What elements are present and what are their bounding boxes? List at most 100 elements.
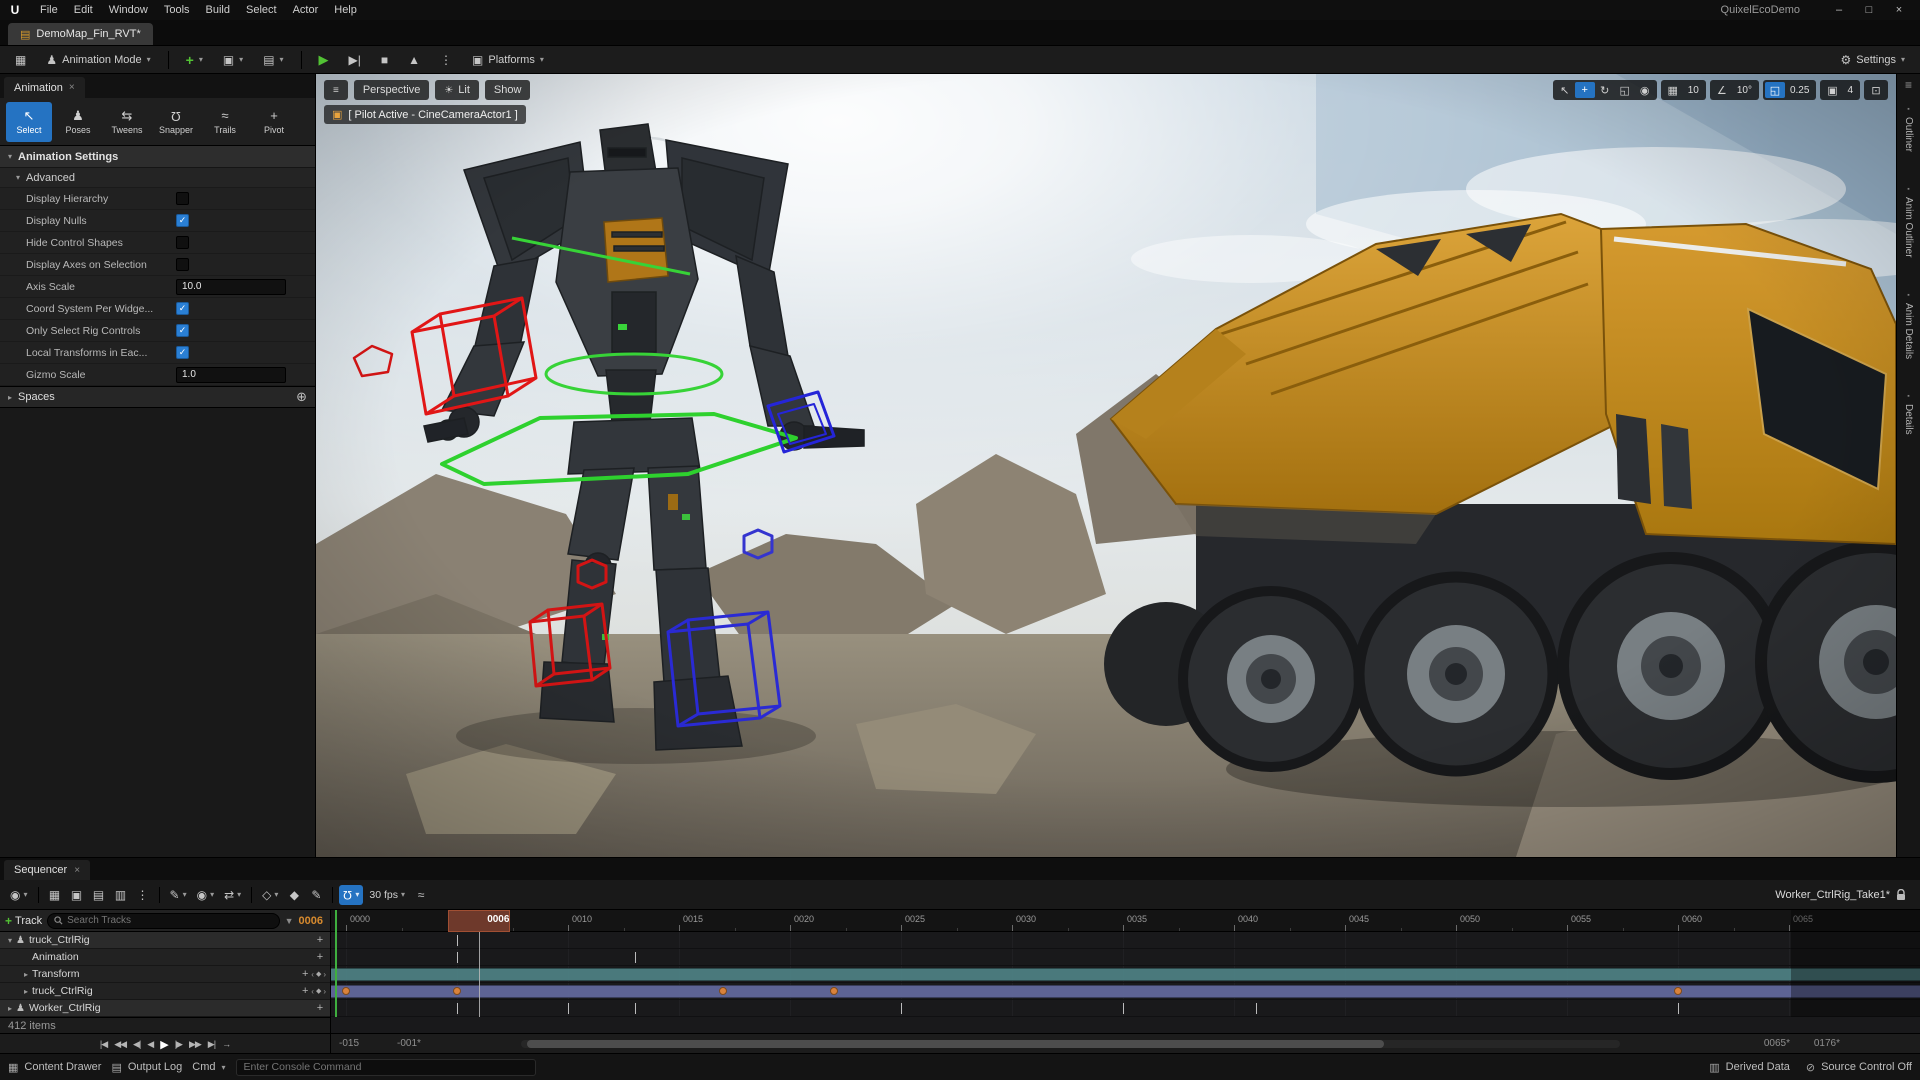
fps-dropdown[interactable]: 30 fps▾: [365, 885, 409, 905]
next-frame-button[interactable]: |▶: [175, 1039, 182, 1050]
track-row-truck-ctrlrig[interactable]: ▸truck_CtrlRig+‹◆›: [0, 983, 330, 1000]
mode-select-button[interactable]: ↖Select: [6, 102, 52, 142]
content-drawer-button[interactable]: ▦ Content Drawer: [8, 1061, 101, 1074]
jump-to-end-button[interactable]: ▶|: [208, 1039, 215, 1050]
keyframe-tick[interactable]: [457, 1003, 458, 1014]
add-section-button[interactable]: +: [299, 985, 311, 997]
panel-menu-icon[interactable]: ≡: [1905, 78, 1912, 92]
menu-help[interactable]: Help: [326, 0, 365, 20]
world-coord-toggle[interactable]: ◉: [1635, 82, 1655, 98]
keyframe-tick[interactable]: [635, 1003, 636, 1014]
scale-snap-toggle[interactable]: ◱: [1765, 82, 1785, 98]
current-frame-display[interactable]: 0006: [299, 915, 325, 927]
menu-actor[interactable]: Actor: [285, 0, 327, 20]
keyframe-options-button[interactable]: ✎▾: [166, 885, 191, 905]
playback-start-line[interactable]: [335, 910, 337, 1017]
add-section-button[interactable]: +: [314, 951, 326, 963]
timeline-ruler[interactable]: 0000000500100015002000250030003500400045…: [331, 910, 1920, 932]
show-dropdown[interactable]: Show: [485, 80, 531, 100]
timeline-scrollbar[interactable]: [521, 1040, 1620, 1048]
blueprints-button[interactable]: ▣▾: [216, 49, 250, 71]
view-options-button[interactable]: ◉▾: [193, 885, 219, 905]
track-row-animation[interactable]: Animation+: [0, 949, 330, 966]
prev-key-icon[interactable]: ‹: [311, 970, 314, 979]
menu-window[interactable]: Window: [101, 0, 156, 20]
grid-snap-value[interactable]: 10: [1683, 85, 1704, 96]
close-button[interactable]: ×: [1884, 0, 1914, 20]
working-range-start[interactable]: -001*: [397, 1038, 421, 1049]
play-reverse-button[interactable]: ◀: [147, 1039, 153, 1050]
keyframe-dot[interactable]: [1674, 987, 1682, 995]
keyframe-dot[interactable]: [342, 987, 350, 995]
playback-options-button[interactable]: ⇄▾: [220, 885, 245, 905]
panel-tab-details[interactable]: ▪Details: [1903, 393, 1914, 435]
actions-button[interactable]: ▥: [111, 885, 131, 905]
track-row-worker-ctrlrig[interactable]: ▸♟Worker_CtrlRig+: [0, 1000, 330, 1017]
cinematics-button[interactable]: ▤▾: [256, 49, 290, 71]
minimize-button[interactable]: –: [1824, 0, 1854, 20]
settings-dropdown[interactable]: ⚙ Settings ▾: [1833, 49, 1912, 71]
keyframe-tick[interactable]: [457, 952, 458, 963]
add-section-button[interactable]: +: [299, 968, 311, 980]
working-range-end[interactable]: 0065*: [1764, 1038, 1790, 1049]
add-key-icon[interactable]: ◆: [316, 987, 321, 995]
filter-icon[interactable]: ▼: [285, 916, 294, 926]
scale-tool[interactable]: ◱: [1615, 82, 1635, 98]
rotation-snap-value[interactable]: 10°: [1732, 85, 1757, 96]
display-axes-on-selection-checkbox[interactable]: [176, 258, 189, 271]
expander-icon[interactable]: ▸: [4, 1004, 16, 1013]
keyframe-tick[interactable]: [457, 935, 458, 946]
panel-tab-outliner[interactable]: ▪Outliner: [1903, 106, 1914, 152]
spaces-header[interactable]: ▸ Spaces ⊕: [0, 386, 315, 408]
only-select-rig-controls-checkbox[interactable]: ✓: [176, 324, 189, 337]
save-sequence-button[interactable]: ▦: [45, 885, 65, 905]
rotation-snap-toggle[interactable]: ∠: [1712, 82, 1732, 98]
auto-key-button[interactable]: ◆: [284, 885, 304, 905]
keyframe-tick[interactable]: [1256, 1003, 1257, 1014]
mode-pivot-button[interactable]: +Pivot: [251, 102, 297, 142]
perspective-dropdown[interactable]: Perspective: [354, 80, 429, 100]
prev-key-icon[interactable]: ‹: [311, 987, 314, 996]
camera-speed-value[interactable]: 4: [1842, 85, 1858, 96]
keyframe-tick[interactable]: [635, 952, 636, 963]
tab-animation[interactable]: Animation ×: [4, 77, 85, 98]
eject-button[interactable]: ▲: [401, 49, 427, 71]
play-forward-button[interactable]: ▶: [160, 1038, 167, 1051]
mode-tweens-button[interactable]: ⇆Tweens: [104, 102, 150, 142]
add-space-button[interactable]: ⊕: [296, 389, 307, 405]
pilot-active-badge[interactable]: ▣ [ Pilot Active - CineCameraActor1 ]: [324, 105, 526, 124]
view-range-start[interactable]: -015: [339, 1038, 359, 1049]
edit-mode-button[interactable]: ✎: [306, 885, 326, 905]
viewport[interactable]: ≡ Perspective ☀Lit Show ▣ [ Pilot Active…: [316, 74, 1896, 857]
derived-data-button[interactable]: ▥ Derived Data: [1709, 1061, 1790, 1074]
close-icon[interactable]: ×: [74, 865, 80, 876]
timeline-rows[interactable]: [331, 932, 1920, 1017]
play-button[interactable]: ▶: [312, 49, 336, 71]
more-options-button[interactable]: ⋮: [133, 885, 153, 905]
keyframe-tick[interactable]: [1123, 1003, 1124, 1014]
jump-forward-button[interactable]: ▶▶: [189, 1039, 201, 1050]
menu-select[interactable]: Select: [238, 0, 285, 20]
menu-file[interactable]: File: [32, 0, 66, 20]
track-section-transform[interactable]: [331, 968, 1920, 981]
create-camera-button[interactable]: ▣: [67, 885, 87, 905]
panel-tab-anim-outliner[interactable]: ▪Anim Outliner: [1903, 186, 1914, 258]
hide-control-shapes-checkbox[interactable]: [176, 236, 189, 249]
scale-snap-value[interactable]: 0.25: [1785, 85, 1814, 96]
add-key-icon[interactable]: ◆: [316, 970, 321, 978]
scrollbar-thumb[interactable]: [527, 1040, 1384, 1048]
mode-snapper-button[interactable]: ΩSnapper: [153, 102, 199, 142]
maximize-viewport-button[interactable]: ⊡: [1866, 82, 1886, 98]
keyframe-dot[interactable]: [453, 987, 461, 995]
keyframe-tick[interactable]: [901, 1003, 902, 1014]
track-row-truck-ctrlrig[interactable]: ▾♟truck_CtrlRig+: [0, 932, 330, 949]
sequence-browse-button[interactable]: ◉▾: [6, 885, 32, 905]
view-range-end[interactable]: 0176*: [1814, 1038, 1840, 1049]
snap-toggle[interactable]: Ω▾: [339, 885, 363, 905]
platforms-dropdown[interactable]: ▣ Platforms ▾: [465, 49, 551, 71]
cmd-dropdown[interactable]: Cmd ▾: [192, 1061, 225, 1073]
add-track-button[interactable]: + Track: [5, 914, 42, 928]
play-options-button[interactable]: ⋮: [433, 49, 459, 71]
mode-trails-button[interactable]: ≈Trails: [202, 102, 248, 142]
key-navigation[interactable]: ‹◆›: [311, 987, 326, 996]
